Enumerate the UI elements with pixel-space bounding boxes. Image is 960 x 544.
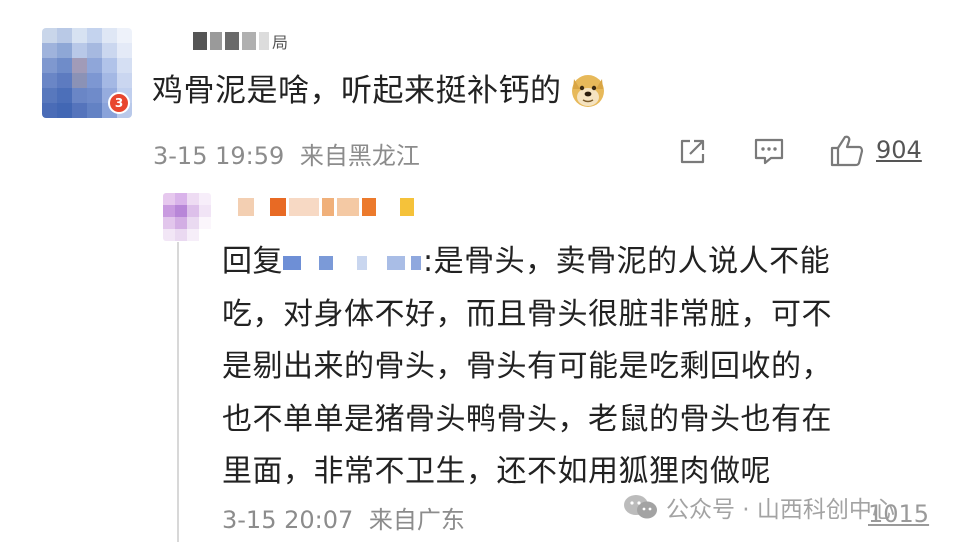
- like-icon[interactable]: [828, 132, 866, 170]
- reply-meta: 3-15 20:07 来自广东: [222, 500, 465, 535]
- share-icon[interactable]: [676, 134, 710, 168]
- reply-line-text: :是骨头，卖骨泥的人说人不能: [423, 244, 831, 279]
- watermark-text: 公众号 · 山西科创中心: [666, 497, 895, 523]
- comment-text: 鸡骨泥是啥，听起来挺补钙的: [152, 68, 608, 114]
- reply-line: 是剔出来的骨头，骨头有可能是吃剩回收的，: [222, 349, 832, 384]
- reply-date: 3-15 20:07: [222, 506, 354, 534]
- reply-line: 吃，对身体不好，而且骨头很脏非常脏，可不: [222, 296, 832, 332]
- reply-thread-line: [177, 242, 179, 542]
- comment-meta: 3-15 19:59 来自黑龙江: [153, 136, 420, 171]
- wechat-icon: [624, 495, 657, 519]
- like-count[interactable]: 904: [876, 136, 922, 164]
- comment-location: 来自黑龙江: [299, 142, 420, 170]
- comment-icon[interactable]: [752, 134, 786, 168]
- replier-username[interactable]: [238, 196, 414, 218]
- comment-date: 3-15 19:59: [153, 142, 285, 170]
- username-visible-char: 局: [272, 33, 289, 52]
- reply-line: 也不单单是猪骨头鸭骨头，老鼠的骨头也有在: [222, 401, 832, 437]
- commenter-username[interactable]: 局: [193, 30, 288, 52]
- reply-text: 回复 :是骨头，卖骨泥的人说人不能 吃，对身体不好，而且骨头很脏非常脏，可不 是剔…: [222, 236, 938, 499]
- reply-prefix: 回复: [222, 244, 283, 279]
- watermark: 公众号 · 山西科创中心: [622, 490, 895, 524]
- verified-badge: 3: [108, 92, 130, 114]
- reply-location: 来自广东: [368, 506, 465, 534]
- reply-line: 回复 :是骨头，卖骨泥的人说人不能: [222, 236, 938, 289]
- doge-emoji-icon: [571, 74, 604, 107]
- mentioned-username[interactable]: [283, 255, 421, 270]
- replier-avatar[interactable]: [163, 193, 211, 241]
- comment-body: 鸡骨泥是啥，听起来挺补钙的: [152, 73, 562, 109]
